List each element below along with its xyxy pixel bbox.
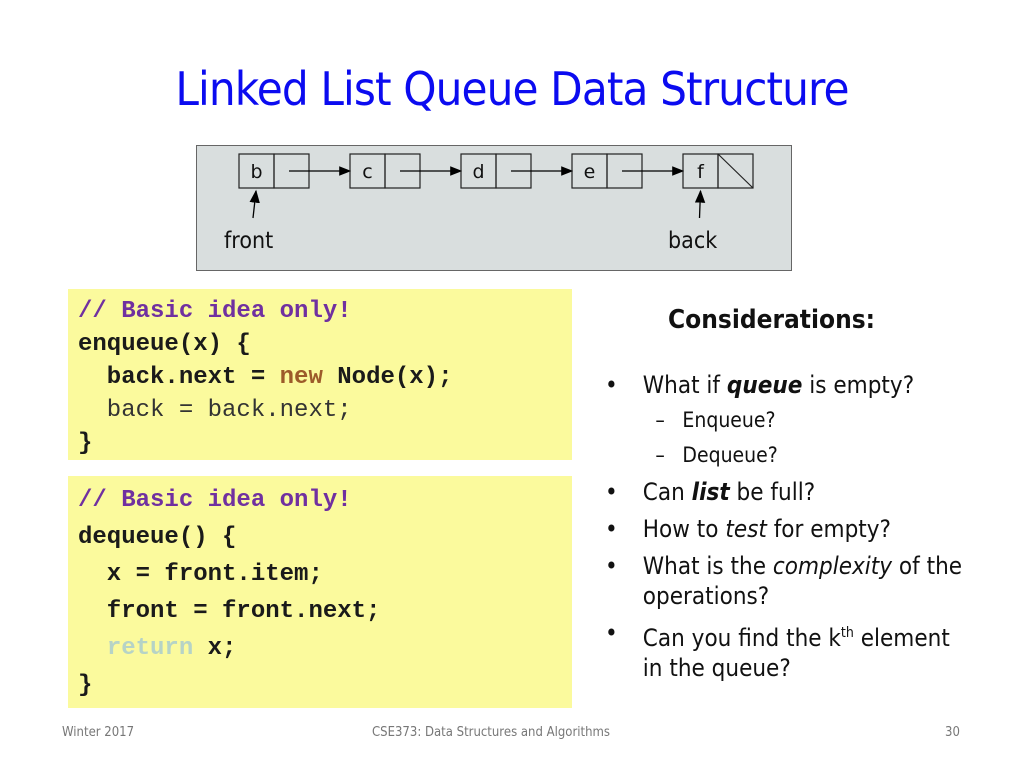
bullet-item: • Can you find the kth element in the qu… bbox=[605, 618, 965, 683]
bullet-text: for empty? bbox=[766, 515, 892, 543]
bullet-item: • What if queue is empty? bbox=[605, 370, 965, 400]
code-line: } bbox=[78, 430, 93, 457]
bullet-emphasis: queue bbox=[726, 371, 803, 399]
slide-title: Linked List Queue Data Structure bbox=[175, 62, 849, 116]
bullet-emphasis: list bbox=[691, 478, 730, 506]
bullet-item: • What is the complexity of the operatio… bbox=[605, 551, 965, 611]
bullet-text: Can bbox=[642, 478, 692, 506]
bullet-text: What if bbox=[642, 371, 727, 399]
code-comment: // Basic idea only! bbox=[78, 298, 352, 325]
footer-course: CSE373: Data Structures and Algorithms bbox=[372, 725, 611, 740]
node-value-label: d bbox=[472, 161, 484, 183]
code-text: Node(x); bbox=[322, 364, 453, 391]
code-line: front = front.next; bbox=[78, 598, 381, 625]
code-line: back.next = new Node(x); bbox=[78, 361, 562, 394]
code-comment: // Basic idea only! bbox=[78, 487, 352, 514]
bullet-emphasis: test bbox=[725, 515, 767, 543]
node-value-label: b bbox=[250, 161, 262, 183]
bullet-icon: • bbox=[605, 515, 618, 543]
code-text: x; bbox=[193, 635, 237, 662]
considerations-list: • What if queue is empty? – Enqueue? – D… bbox=[605, 370, 1005, 690]
dash-icon: – bbox=[655, 408, 665, 432]
bullet-icon: • bbox=[605, 552, 618, 580]
back-pointer-arrow bbox=[694, 189, 706, 219]
code-text: back.next = bbox=[78, 364, 280, 391]
null-pointer-slash bbox=[717, 153, 754, 189]
bullet-text: is empty? bbox=[802, 371, 915, 399]
code-line: back = back.next; bbox=[78, 397, 352, 424]
front-label: front bbox=[224, 228, 274, 254]
bullet-text: Can you find the k bbox=[642, 624, 841, 652]
node-value-label: f bbox=[697, 161, 705, 183]
bullet-text: How to bbox=[642, 515, 726, 543]
keyword-return: return bbox=[106, 635, 194, 662]
bullet-icon: • bbox=[605, 619, 618, 647]
considerations-title: Considerations: bbox=[668, 305, 876, 335]
code-line: dequeue() { bbox=[78, 524, 237, 551]
back-label: back bbox=[668, 228, 718, 254]
bullet-text: be full? bbox=[729, 478, 816, 506]
front-pointer-arrow bbox=[249, 189, 260, 219]
dash-icon: – bbox=[655, 443, 665, 467]
keyword-new: new bbox=[279, 364, 323, 391]
bullet-text: What is the bbox=[642, 552, 773, 580]
bullet-icon: • bbox=[605, 371, 618, 399]
footer-page-number: 30 bbox=[945, 725, 960, 740]
bullet-item: • Can list be full? bbox=[605, 477, 965, 507]
sub-bullet-item: – Enqueue? bbox=[605, 407, 965, 433]
superscript: th bbox=[840, 625, 854, 641]
sub-bullet-text: Dequeue? bbox=[682, 443, 778, 467]
footer-date: Winter 2017 bbox=[62, 725, 135, 740]
linked-list-diagram: b c d e f front back bbox=[196, 145, 792, 271]
code-line: enqueue(x) { bbox=[78, 331, 251, 358]
dequeue-code-block: // Basic idea only! dequeue() { x = fron… bbox=[68, 476, 572, 708]
bullet-icon: • bbox=[605, 478, 618, 506]
code-line: } bbox=[78, 672, 93, 699]
sub-bullet-item: – Dequeue? bbox=[605, 442, 965, 468]
node-value-label: c bbox=[362, 161, 372, 183]
sub-bullet-text: Enqueue? bbox=[682, 408, 776, 432]
code-line: return x; bbox=[78, 630, 562, 667]
code-line: x = front.item; bbox=[78, 561, 323, 588]
bullet-item: • How to test for empty? bbox=[605, 514, 965, 544]
node-value-label: e bbox=[584, 161, 596, 183]
bullet-emphasis: complexity bbox=[772, 552, 893, 580]
enqueue-code-block: // Basic idea only! enqueue(x) { back.ne… bbox=[68, 289, 572, 460]
